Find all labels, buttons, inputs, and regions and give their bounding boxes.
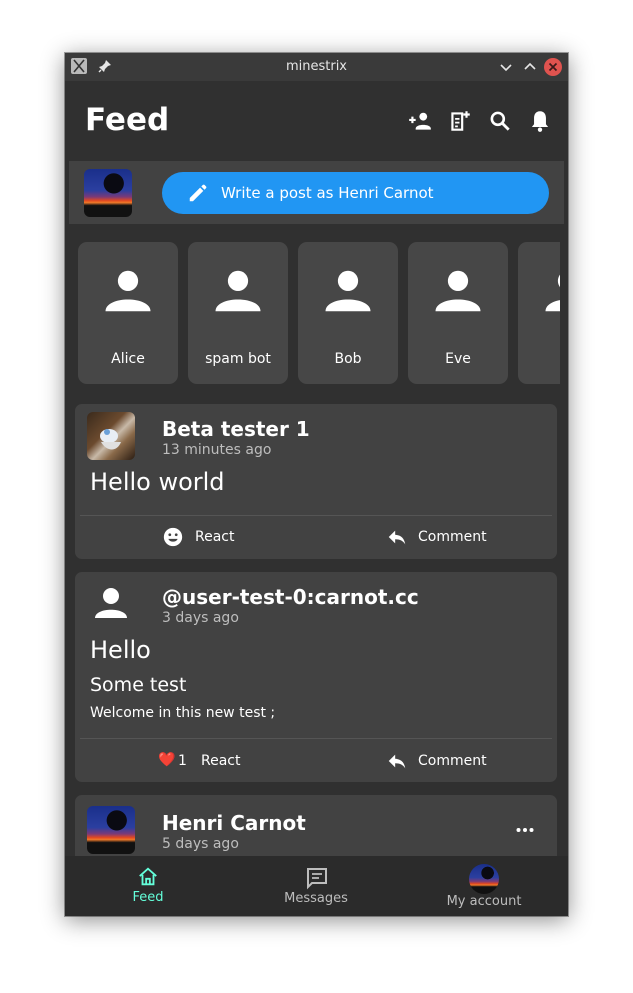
avatar[interactable] <box>84 169 132 217</box>
post-author[interactable]: Beta tester 1 <box>162 417 310 441</box>
comment-button[interactable]: Comment <box>386 746 506 778</box>
post-card: Beta tester 1 13 minutes ago Hello world… <box>75 404 557 559</box>
pencil-icon <box>187 182 209 204</box>
reply-icon <box>386 526 408 548</box>
post-composer: Write a post as Henri Carnot <box>69 161 564 224</box>
reaction-count[interactable]: ❤️ 1 <box>158 746 188 778</box>
home-icon <box>137 866 159 888</box>
emoji-icon <box>162 526 184 548</box>
avatar <box>469 864 499 894</box>
divider <box>80 515 552 516</box>
divider <box>80 738 552 739</box>
write-post-button[interactable]: Write a post as Henri Carnot <box>162 172 549 214</box>
post-paragraph: Welcome in this new test ; <box>90 705 276 721</box>
close-button[interactable] <box>544 58 562 76</box>
window-title: minestrix <box>285 59 348 74</box>
post-timestamp: 13 minutes ago <box>162 442 272 458</box>
post-heading: Hello <box>90 636 151 664</box>
app-window: minestrix Feed Write a post as Henri Car… <box>65 53 568 916</box>
comment-button[interactable]: Comment <box>386 522 506 554</box>
chat-icon <box>305 866 329 890</box>
reply-icon <box>386 750 408 772</box>
comment-label: Comment <box>418 529 487 545</box>
post-card: @user-test-0:carnot.cc 3 days ago Hello … <box>75 572 557 782</box>
post-heading: Hello world <box>90 468 225 496</box>
avatar[interactable] <box>87 580 135 628</box>
nav-messages-label: Messages <box>284 891 348 906</box>
post-timestamp: 3 days ago <box>162 610 239 626</box>
heart-icon: ❤️ <box>158 752 176 768</box>
friend-card-bob[interactable]: Bob <box>298 242 398 384</box>
react-button[interactable]: React <box>162 522 252 554</box>
more-options-icon[interactable] <box>515 820 535 840</box>
page-title: Feed <box>85 102 170 138</box>
comment-label: Comment <box>418 753 487 769</box>
nav-feed[interactable]: Feed <box>108 856 188 916</box>
person-icon <box>431 264 485 318</box>
window-titlebar: minestrix <box>65 53 568 81</box>
person-icon <box>211 264 265 318</box>
minimize-button[interactable] <box>497 58 515 76</box>
reaction-count-value: 1 <box>178 753 187 769</box>
new-post-icon[interactable] <box>447 108 473 134</box>
friend-card-alice[interactable]: Alice <box>78 242 178 384</box>
react-label: React <box>195 529 235 545</box>
avatar[interactable] <box>87 412 135 460</box>
notifications-icon[interactable] <box>527 108 553 134</box>
post-author[interactable]: Henri Carnot <box>162 811 306 835</box>
friend-name: spam bot <box>205 351 271 367</box>
search-icon[interactable] <box>487 108 513 134</box>
person-icon <box>101 264 155 318</box>
react-button[interactable]: React <box>199 746 259 778</box>
nav-account[interactable]: My account <box>434 856 534 916</box>
friend-name: Eve <box>445 351 471 367</box>
friend-name: T <box>518 351 560 367</box>
react-label: React <box>201 753 241 769</box>
app-header: Feed <box>65 81 568 161</box>
nav-account-label: My account <box>446 894 522 909</box>
nav-messages[interactable]: Messages <box>271 856 361 916</box>
friend-name: Bob <box>334 351 362 367</box>
maximize-button[interactable] <box>521 58 539 76</box>
friend-card-eve[interactable]: Eve <box>408 242 508 384</box>
post-subheading: Some test <box>90 674 187 696</box>
person-icon <box>541 264 560 318</box>
add-friend-icon[interactable] <box>407 108 433 134</box>
friend-card-partial[interactable]: T <box>518 242 560 384</box>
friend-name: Alice <box>111 351 145 367</box>
person-icon <box>321 264 375 318</box>
post-author[interactable]: @user-test-0:carnot.cc <box>162 585 419 609</box>
bottom-navigation: Feed Messages My account <box>65 856 568 916</box>
friends-row: Alice spam bot Bob Eve T <box>78 242 560 386</box>
post-timestamp: 5 days ago <box>162 836 239 852</box>
avatar[interactable] <box>87 806 135 854</box>
write-post-label: Write a post as Henri Carnot <box>221 184 434 202</box>
nav-feed-label: Feed <box>132 890 164 905</box>
friend-card-spam-bot[interactable]: spam bot <box>188 242 288 384</box>
